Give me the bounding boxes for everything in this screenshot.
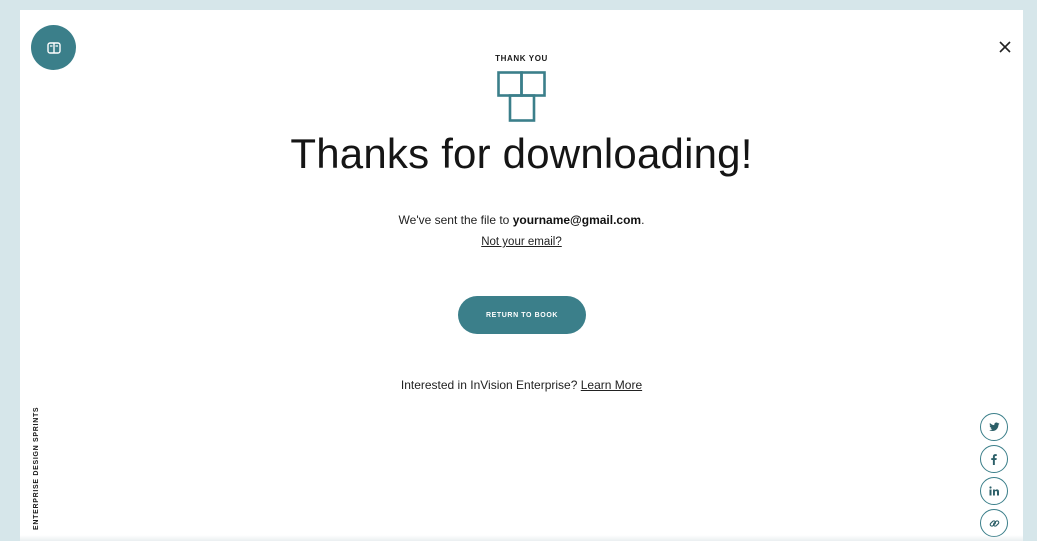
twitter-share-button[interactable] <box>980 413 1008 441</box>
sent-suffix: . <box>641 213 645 227</box>
recipient-email: yourname@gmail.com <box>512 213 642 227</box>
twitter-icon <box>988 422 1000 431</box>
home-logo-button[interactable] <box>31 25 76 70</box>
linkedin-share-button[interactable] <box>980 477 1008 505</box>
return-to-book-button[interactable]: RETURN TO BOOK <box>458 296 586 334</box>
sprint-grid-icon <box>497 71 546 122</box>
vertical-section-label: ENTERPRISE DESIGN SPRINTS <box>33 406 40 530</box>
not-your-email-link[interactable]: Not your email? <box>481 236 562 248</box>
enterprise-prompt-text: Interested in InVision Enterprise? <box>400 378 581 392</box>
facebook-share-button[interactable] <box>980 445 1008 473</box>
enterprise-prompt: Interested in InVision Enterprise? Learn… <box>20 378 1023 392</box>
facebook-icon <box>991 453 997 465</box>
thank-you-eyebrow: THANK YOU <box>495 54 548 63</box>
sent-prefix: We've sent the file to <box>398 213 513 227</box>
linkedin-icon <box>989 486 999 496</box>
sent-confirmation: We've sent the file to yourname@gmail.co… <box>20 213 1023 227</box>
learn-more-link[interactable]: Learn More <box>581 378 642 392</box>
copy-link-button[interactable] <box>980 509 1008 537</box>
modal-frame: THANK YOU Thanks for downloading! We've … <box>20 10 1023 541</box>
link-icon <box>989 519 999 527</box>
close-icon <box>999 41 1011 53</box>
page-title: Thanks for downloading! <box>290 130 753 177</box>
not-your-email-row: Not your email? <box>20 236 1023 248</box>
bottom-edge <box>20 535 1023 541</box>
